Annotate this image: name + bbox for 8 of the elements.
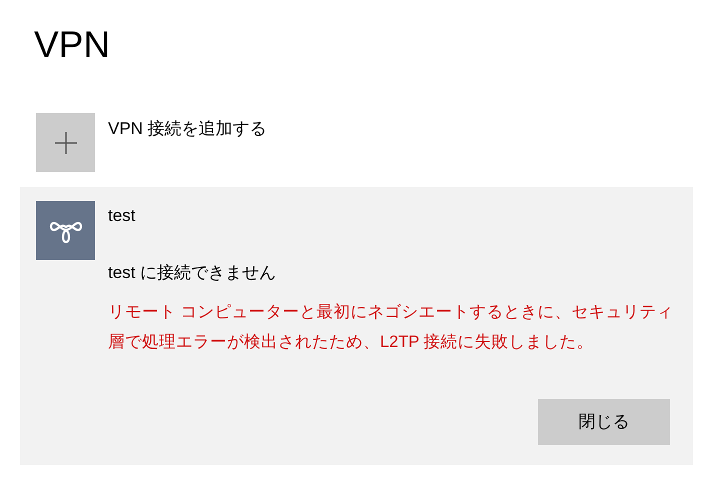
close-button[interactable]: 閉じる <box>538 399 670 445</box>
vpn-connection-panel[interactable]: test test に接続できません リモート コンピューターと最初にネゴシエートするときに、セキュリティ層で処理エラーが検出されたため、L2TP 接続に失敗しました。 閉じる <box>20 187 693 465</box>
page-title: VPN <box>34 23 110 67</box>
error-message: リモート コンピューターと最初にネゴシエートするときに、セキュリティ層で処理エラーが検出されたため、L2TP 接続に失敗しました。 <box>108 302 675 353</box>
plus-icon <box>36 113 95 172</box>
add-vpn-connection-button[interactable]: VPN 接続を追加する <box>36 113 267 172</box>
connection-status: test に接続できません <box>108 262 276 284</box>
connection-name: test <box>108 205 136 227</box>
